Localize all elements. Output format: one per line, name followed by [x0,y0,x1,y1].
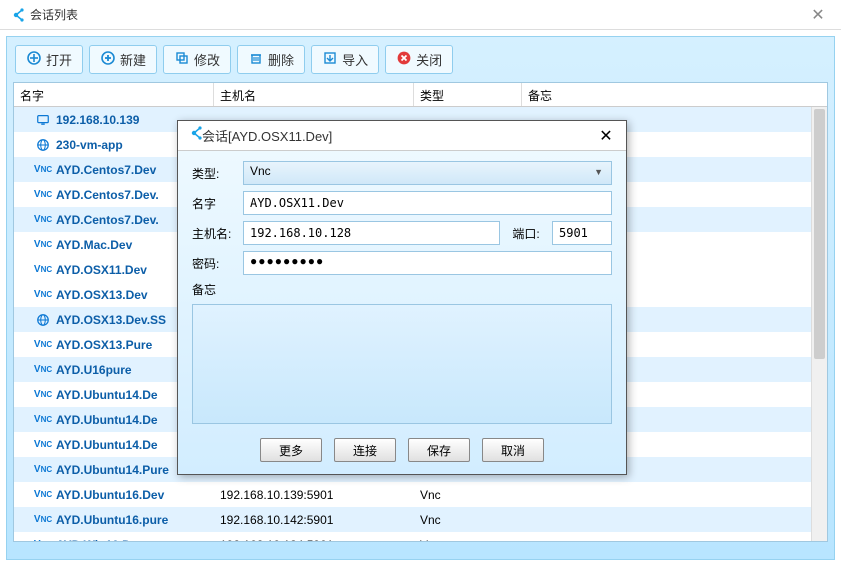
table-header: 名字 主机名 类型 备忘 [14,83,827,107]
connect-button[interactable]: 连接 [334,438,396,462]
session-dialog: 会话[AYD.OSX11.Dev] ✕ 类型: Vnc 名字 主机名: 端口: … [177,120,627,475]
row-host: 192.168.10.134:5901 [214,538,414,543]
vnc-icon: VNC [34,488,52,502]
target-icon [26,50,42,69]
save-button[interactable]: 保存 [408,438,470,462]
vnc-icon: VNC [34,188,52,202]
delete-button[interactable]: 删除 [237,45,305,74]
row-name: AYD.OSX13.Pure [56,338,152,352]
password-input[interactable]: ●●●●●●●●● [243,251,612,275]
table-row[interactable]: VNC AYD.Ubuntu16.pure 192.168.10.142:5901V… [14,507,827,532]
row-name: AYD.OSX13.Dev.SS [56,313,166,327]
rdp-icon [34,113,52,127]
vnc-icon: VNC [34,363,52,377]
import-label: 导入 [342,50,368,69]
vnc-icon: VNC [34,263,52,277]
dialog-titlebar: 会话[AYD.OSX11.Dev] ✕ [178,121,626,151]
vertical-scrollbar[interactable] [811,107,827,541]
row-name: AYD.Win10.Dev [56,538,144,543]
app-icon [8,7,24,23]
new-button[interactable]: 新建 [89,45,157,74]
row-name: AYD.OSX11.Dev [56,263,147,277]
row-name: AYD.Centos7.Dev. [56,188,159,202]
port-input[interactable] [552,221,612,245]
edit-button[interactable]: 修改 [163,45,231,74]
type-select[interactable]: Vnc [243,161,612,185]
close-button[interactable]: 关闭 [385,45,453,74]
plus-circle-icon [100,50,116,69]
vnc-icon: VNC [34,463,52,477]
scrollbar-thumb[interactable] [814,109,825,359]
col-type[interactable]: 类型 [414,83,522,106]
row-name: AYD.Ubuntu14.De [56,413,158,427]
row-name: AYD.Centos7.Dev. [56,213,159,227]
port-label: 端口: [506,225,546,242]
name-input[interactable] [243,191,612,215]
row-name: 192.168.10.139 [56,113,139,127]
col-name[interactable]: 名字 [14,83,214,106]
row-type: Vnc [414,538,522,543]
row-name: AYD.OSX13.Dev [56,288,148,302]
close-circle-icon [396,50,412,69]
vnc-icon: VNC [34,213,52,227]
name-label: 名字 [192,195,237,212]
edit-label: 修改 [194,50,220,69]
password-label: 密码: [192,255,237,272]
new-label: 新建 [120,50,146,69]
vnc-icon: VNC [34,288,52,302]
row-name: AYD.Mac.Dev [56,238,132,252]
trash-icon [248,50,264,69]
vnc-icon: VNC [34,388,52,402]
host-input[interactable] [243,221,500,245]
import-button[interactable]: 导入 [311,45,379,74]
table-row[interactable]: VNC AYD.Win10.Dev 192.168.10.134:5901Vnc [14,532,827,542]
web-icon [34,313,52,327]
row-name: AYD.Ubuntu16.pure [56,513,168,527]
open-label: 打开 [46,50,72,69]
row-name: AYD.Ubuntu14.De [56,438,158,452]
host-label: 主机名: [192,225,237,242]
row-type: Vnc [414,488,522,502]
memo-textarea[interactable] [192,304,612,424]
close-label: 关闭 [416,50,442,69]
dialog-close-button[interactable]: ✕ [586,126,626,146]
web-icon [34,138,52,152]
import-icon [322,50,338,69]
vnc-icon: VNC [34,338,52,352]
vnc-icon: VNC [34,438,52,452]
vnc-icon: VNC [34,163,52,177]
col-host[interactable]: 主机名 [214,83,414,106]
vnc-icon: VNC [34,513,52,527]
row-type: Vnc [414,513,522,527]
delete-label: 删除 [268,50,294,69]
more-button[interactable]: 更多 [260,438,322,462]
window-close-button[interactable]: ✕ [795,0,841,30]
vnc-icon: VNC [34,538,52,543]
dialog-title: 会话[AYD.OSX11.Dev] [202,126,332,145]
row-name: AYD.Ubuntu14.Pure [56,463,169,477]
copy-icon [174,50,190,69]
row-name: AYD.Ubuntu14.De [56,388,158,402]
open-button[interactable]: 打开 [15,45,83,74]
window-title: 会话列表 [30,6,78,23]
memo-label: 备忘 [192,281,237,298]
toolbar: 打开 新建 修改 删除 导入 关闭 [7,37,834,82]
row-host: 192.168.10.142:5901 [214,513,414,527]
row-name: AYD.U16pure [56,363,132,377]
window-titlebar: 会话列表 ✕ [0,0,841,30]
row-name: AYD.Centos7.Dev [56,163,156,177]
vnc-icon: VNC [34,238,52,252]
type-label: 类型: [192,165,237,182]
dialog-icon [186,125,202,146]
table-row[interactable]: VNC AYD.Ubuntu16.Dev 192.168.10.139:5901Vn… [14,482,827,507]
row-name: 230-vm-app [56,138,123,152]
row-host: 192.168.10.139:5901 [214,488,414,502]
vnc-icon: VNC [34,413,52,427]
col-memo[interactable]: 备忘 [522,83,827,106]
cancel-button[interactable]: 取消 [482,438,544,462]
row-name: AYD.Ubuntu16.Dev [56,488,164,502]
